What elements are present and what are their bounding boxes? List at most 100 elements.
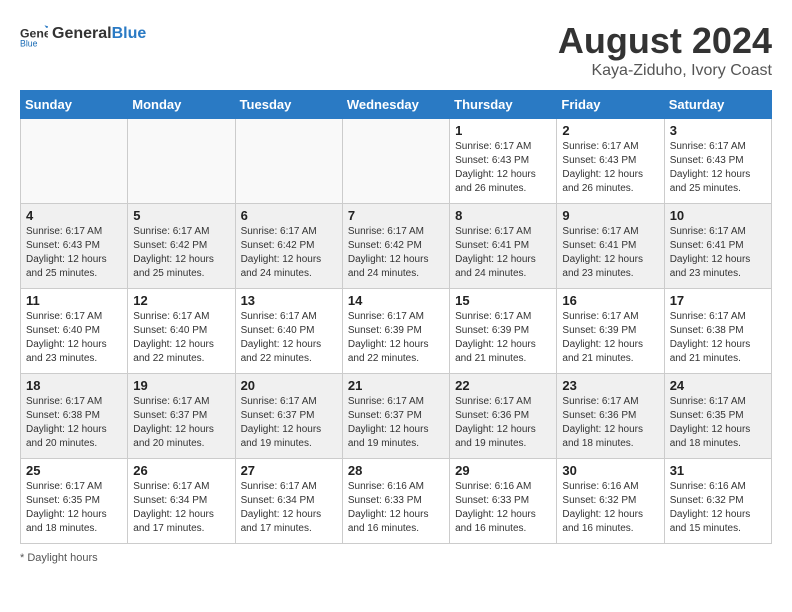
logo-icon: General Blue — [20, 20, 48, 48]
day-info: Sunrise: 6:17 AM Sunset: 6:39 PM Dayligh… — [348, 310, 444, 366]
day-info: Sunrise: 6:17 AM Sunset: 6:39 PM Dayligh… — [562, 310, 658, 366]
calendar-cell: 30 Sunrise: 6:16 AM Sunset: 6:32 PM Dayli… — [557, 459, 664, 544]
day-info: Sunrise: 6:17 AM Sunset: 6:39 PM Dayligh… — [455, 310, 551, 366]
calendar-cell — [21, 119, 128, 204]
calendar-cell: 15 Sunrise: 6:17 AM Sunset: 6:39 PM Dayli… — [450, 289, 557, 374]
day-number: 14 — [348, 293, 444, 308]
calendar-cell: 7 Sunrise: 6:17 AM Sunset: 6:42 PM Daylig… — [342, 204, 449, 289]
day-info: Sunrise: 6:17 AM Sunset: 6:40 PM Dayligh… — [133, 310, 229, 366]
calendar-cell: 12Sunrise: 6:17 AM Sunset: 6:40 PM Dayli… — [128, 289, 235, 374]
calendar-cell: 29Sunrise: 6:16 AM Sunset: 6:33 PM Dayli… — [450, 459, 557, 544]
day-number: 13 — [241, 293, 337, 308]
calendar-cell: 20 Sunrise: 6:17 AM Sunset: 6:37 PM Dayli… — [235, 374, 342, 459]
calendar-cell: 6 Sunrise: 6:17 AM Sunset: 6:42 PM Daylig… — [235, 204, 342, 289]
day-number: 19 — [133, 378, 229, 393]
calendar-cell: 17 Sunrise: 6:17 AM Sunset: 6:38 PM Dayli… — [664, 289, 771, 374]
logo-blue: Blue — [112, 25, 147, 42]
day-info: Sunrise: 6:17 AM Sunset: 6:41 PM Dayligh… — [455, 225, 551, 281]
day-info: Sunrise: 6:17 AM Sunset: 6:34 PM Dayligh… — [133, 480, 229, 536]
calendar-cell: 23 Sunrise: 6:17 AM Sunset: 6:36 PM Dayli… — [557, 374, 664, 459]
calendar-cell: 25Sunrise: 6:17 AM Sunset: 6:35 PM Dayli… — [21, 459, 128, 544]
day-number: 11 — [26, 293, 122, 308]
day-header-tuesday: Tuesday — [235, 91, 342, 119]
day-info: Sunrise: 6:17 AM Sunset: 6:36 PM Dayligh… — [562, 395, 658, 451]
day-number: 10 — [670, 208, 766, 223]
day-info: Sunrise: 6:17 AM Sunset: 6:37 PM Dayligh… — [133, 395, 229, 451]
day-number: 3 — [670, 123, 766, 138]
day-info: Sunrise: 6:17 AM Sunset: 6:41 PM Dayligh… — [670, 225, 766, 281]
calendar-cell: 14 Sunrise: 6:17 AM Sunset: 6:39 PM Dayli… — [342, 289, 449, 374]
day-number: 23 — [562, 378, 658, 393]
day-info: Sunrise: 6:17 AM Sunset: 6:42 PM Dayligh… — [241, 225, 337, 281]
calendar-table: SundayMondayTuesdayWednesdayThursdayFrid… — [20, 90, 772, 544]
day-number: 31 — [670, 463, 766, 478]
day-header-wednesday: Wednesday — [342, 91, 449, 119]
calendar-week-1: 1 Sunrise: 6:17 AM Sunset: 6:43 PM Daylig… — [21, 119, 772, 204]
day-info: Sunrise: 6:16 AM Sunset: 6:32 PM Dayligh… — [670, 480, 766, 536]
day-info: Sunrise: 6:17 AM Sunset: 6:35 PM Dayligh… — [670, 395, 766, 451]
day-number: 29 — [455, 463, 551, 478]
calendar-week-4: 18Sunrise: 6:17 AM Sunset: 6:38 PM Dayli… — [21, 374, 772, 459]
day-info: Sunrise: 6:17 AM Sunset: 6:40 PM Dayligh… — [26, 310, 122, 366]
day-number: 4 — [26, 208, 122, 223]
title-block: August 2024 Kaya-Ziduho, Ivory Coast — [558, 20, 772, 80]
day-number: 17 — [670, 293, 766, 308]
calendar-week-5: 25Sunrise: 6:17 AM Sunset: 6:35 PM Dayli… — [21, 459, 772, 544]
day-number: 21 — [348, 378, 444, 393]
calendar-cell: 5Sunrise: 6:17 AM Sunset: 6:42 PM Daylig… — [128, 204, 235, 289]
calendar-week-3: 11 Sunrise: 6:17 AM Sunset: 6:40 PM Dayli… — [21, 289, 772, 374]
day-info: Sunrise: 6:16 AM Sunset: 6:33 PM Dayligh… — [348, 480, 444, 536]
calendar-cell: 13 Sunrise: 6:17 AM Sunset: 6:40 PM Dayli… — [235, 289, 342, 374]
day-number: 9 — [562, 208, 658, 223]
logo: General Blue GeneralBlue — [20, 20, 146, 48]
day-info: Sunrise: 6:17 AM Sunset: 6:34 PM Dayligh… — [241, 480, 337, 536]
day-info: Sunrise: 6:17 AM Sunset: 6:37 PM Dayligh… — [348, 395, 444, 451]
calendar-cell: 16 Sunrise: 6:17 AM Sunset: 6:39 PM Dayli… — [557, 289, 664, 374]
calendar-cell: 27 Sunrise: 6:17 AM Sunset: 6:34 PM Dayli… — [235, 459, 342, 544]
day-info: Sunrise: 6:17 AM Sunset: 6:42 PM Dayligh… — [348, 225, 444, 281]
day-info: Sunrise: 6:16 AM Sunset: 6:32 PM Dayligh… — [562, 480, 658, 536]
day-info: Sunrise: 6:17 AM Sunset: 6:40 PM Dayligh… — [241, 310, 337, 366]
day-info: Sunrise: 6:17 AM Sunset: 6:36 PM Dayligh… — [455, 395, 551, 451]
calendar-cell: 26 Sunrise: 6:17 AM Sunset: 6:34 PM Dayli… — [128, 459, 235, 544]
day-number: 27 — [241, 463, 337, 478]
svg-text:Blue: Blue — [20, 38, 38, 48]
sub-title: Kaya-Ziduho, Ivory Coast — [558, 62, 772, 80]
day-info: Sunrise: 6:17 AM Sunset: 6:38 PM Dayligh… — [26, 395, 122, 451]
day-number: 1 — [455, 123, 551, 138]
day-number: 25 — [26, 463, 122, 478]
day-number: 30 — [562, 463, 658, 478]
day-info: Sunrise: 6:17 AM Sunset: 6:38 PM Dayligh… — [670, 310, 766, 366]
calendar-cell: 22Sunrise: 6:17 AM Sunset: 6:36 PM Dayli… — [450, 374, 557, 459]
day-number: 8 — [455, 208, 551, 223]
calendar-cell: 24Sunrise: 6:17 AM Sunset: 6:35 PM Dayli… — [664, 374, 771, 459]
day-header-monday: Monday — [128, 91, 235, 119]
calendar-cell: 3Sunrise: 6:17 AM Sunset: 6:43 PM Daylig… — [664, 119, 771, 204]
day-number: 6 — [241, 208, 337, 223]
day-info: Sunrise: 6:17 AM Sunset: 6:43 PM Dayligh… — [562, 140, 658, 196]
calendar-cell — [342, 119, 449, 204]
calendar-cell: 28Sunrise: 6:16 AM Sunset: 6:33 PM Dayli… — [342, 459, 449, 544]
main-title: August 2024 — [558, 20, 772, 62]
day-header-friday: Friday — [557, 91, 664, 119]
calendar-cell: 21 Sunrise: 6:17 AM Sunset: 6:37 PM Dayli… — [342, 374, 449, 459]
calendar-header-row: SundayMondayTuesdayWednesdayThursdayFrid… — [21, 91, 772, 119]
day-info: Sunrise: 6:17 AM Sunset: 6:43 PM Dayligh… — [26, 225, 122, 281]
calendar-cell: 2 Sunrise: 6:17 AM Sunset: 6:43 PM Daylig… — [557, 119, 664, 204]
logo-text-block: GeneralBlue — [52, 25, 146, 43]
calendar-cell — [128, 119, 235, 204]
day-number: 16 — [562, 293, 658, 308]
day-header-saturday: Saturday — [664, 91, 771, 119]
day-number: 15 — [455, 293, 551, 308]
footer-text: Daylight hours — [27, 552, 97, 564]
day-header-sunday: Sunday — [21, 91, 128, 119]
day-number: 7 — [348, 208, 444, 223]
calendar-week-2: 4 Sunrise: 6:17 AM Sunset: 6:43 PM Daylig… — [21, 204, 772, 289]
day-number: 2 — [562, 123, 658, 138]
calendar-cell: 19 Sunrise: 6:17 AM Sunset: 6:37 PM Dayli… — [128, 374, 235, 459]
calendar-cell: 31 Sunrise: 6:16 AM Sunset: 6:32 PM Dayli… — [664, 459, 771, 544]
day-info: Sunrise: 6:17 AM Sunset: 6:37 PM Dayligh… — [241, 395, 337, 451]
day-number: 20 — [241, 378, 337, 393]
day-number: 26 — [133, 463, 229, 478]
calendar-cell: 10 Sunrise: 6:17 AM Sunset: 6:41 PM Dayli… — [664, 204, 771, 289]
